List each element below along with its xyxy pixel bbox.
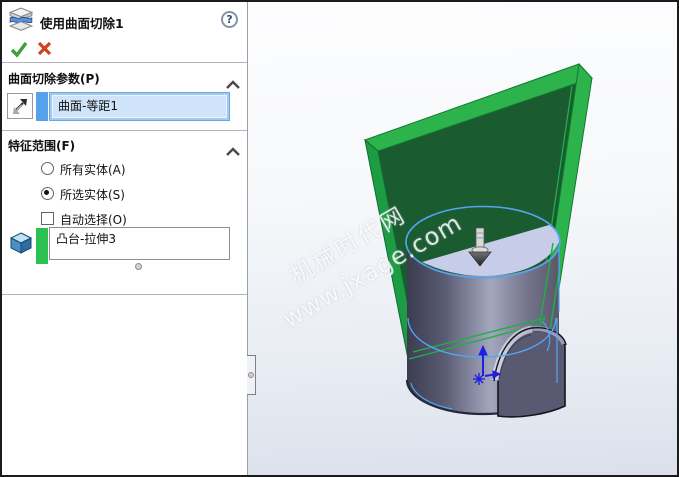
surface-cut-icon (8, 7, 34, 33)
radio-selected-bodies-label[interactable]: 所选实体(S) (60, 186, 125, 203)
ok-button[interactable] (9, 39, 29, 59)
divider (2, 294, 247, 295)
checkbox-auto-select-label[interactable]: 自动选择(O) (60, 211, 127, 228)
solid-body-cube-icon (9, 232, 33, 254)
divider (2, 62, 247, 63)
flip-direction-icon (8, 94, 32, 118)
help-icon[interactable]: ? (221, 11, 238, 28)
checkbox-auto-select[interactable] (41, 212, 54, 225)
chevron-up-icon[interactable] (226, 141, 240, 150)
solidworks-window: 使用曲面切除1 ? 曲面切除参数(P) (0, 0, 679, 477)
active-selection-bar (36, 92, 48, 121)
flip-direction-button[interactable] (7, 93, 33, 119)
surface-selection-value: 曲面-等距1 (58, 99, 118, 113)
section-header-feature-scope[interactable]: 特征范围(F) (8, 137, 75, 154)
divider (2, 130, 247, 131)
page-title: 使用曲面切除1 (40, 13, 124, 32)
panel-splitter-handle[interactable] (247, 355, 256, 395)
bodies-list-box[interactable]: 凸台-拉伸3 (49, 227, 230, 260)
radio-all-bodies-label[interactable]: 所有实体(A) (60, 161, 126, 178)
cancel-button[interactable] (36, 40, 54, 58)
selected-body-item[interactable]: 凸台-拉伸3 (56, 232, 116, 246)
listbox-resize-handle[interactable] (135, 263, 142, 270)
active-selection-bar (36, 228, 48, 264)
splitter-dot-icon (248, 372, 254, 378)
surface-selection-box[interactable]: 曲面-等距1 (49, 92, 230, 121)
section-header-surface-cut-params[interactable]: 曲面切除参数(P) (8, 70, 100, 87)
radio-selected-bodies[interactable] (41, 187, 54, 200)
radio-all-bodies[interactable] (41, 162, 54, 175)
chevron-up-icon[interactable] (226, 74, 240, 83)
graphics-viewport[interactable]: 机械时代网 www.jxage.com (248, 2, 677, 475)
property-manager-panel: 使用曲面切除1 ? 曲面切除参数(P) (2, 2, 248, 475)
